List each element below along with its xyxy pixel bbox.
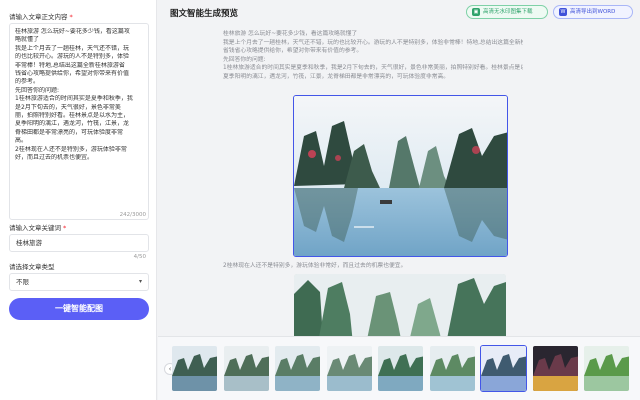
thumbnail-image[interactable] [377, 345, 424, 392]
article-text: 桂林旅游 怎么玩好~要花多少钱，看这篇攻略就懂了我是上个月去了一趟桂林，天气还不… [223, 30, 523, 82]
thumbnail-image[interactable] [532, 345, 579, 392]
article-paragraph: 2桂林现在人还不是特别多，游玩体验非常好，而且过去的机票也便宜。 [223, 263, 407, 269]
thumbnail-image[interactable] [274, 345, 321, 392]
input-panel: 请输入文章正文内容 * 桂林旅游 怎么玩好~要花多少钱，看这篇攻 略就懂了 我是上个月… [0, 0, 157, 400]
article-line: 先回答你的问题: [223, 56, 266, 63]
textarea-line: 我是上个月去了一趟桂林，天气还不错，玩 [15, 44, 130, 52]
textarea-line: 是2月下旬去的，天气很好，景色非常美 [15, 103, 121, 111]
export-word-button[interactable]: W 高清导出到WORD [553, 5, 633, 19]
required-mark: * [63, 224, 67, 232]
textarea-line: 略就懂了 [15, 36, 40, 44]
textarea-line: 的也比较开心。游玩的人不是特别多，体验 [15, 53, 130, 61]
thumbnail-image[interactable] [326, 345, 373, 392]
textarea-line: 1桂林旅游适合的时间其实是夏季和秋季，我 [15, 95, 133, 103]
thumbnail-image[interactable] [583, 345, 630, 392]
textarea-line: 丽，拍照特别好看。桂林景点是以水为主， [15, 112, 130, 120]
article-line: 夏季阳明的漓江，遇龙河，竹筏，江景，龙脊梯田都是非常漂亮的，可玩体验度非常高。 [223, 73, 450, 80]
type-select-value: 不限 [16, 278, 29, 286]
article-image-secondary[interactable] [294, 274, 506, 336]
textarea-line: 好，而且过去的机票也便宜。 [15, 154, 94, 162]
article-line: 省钱省心攻略提供给你，希望对你带来有价值的参考。 [223, 48, 363, 55]
article-image-primary[interactable] [293, 95, 508, 257]
page-title: 图文智能生成预览 [170, 9, 239, 19]
textarea-line: 脊梯田都是非常漂亮的，可玩体验度非常 [15, 128, 124, 136]
image-icon: ▣ [472, 8, 480, 16]
content-label: 请输入文章正文内容 * [9, 13, 73, 21]
word-icon: W [559, 8, 567, 16]
content-textarea[interactable]: 桂林旅游 怎么玩好~要花多少钱，看这篇攻 略就懂了 我是上个月去了一趟桂林，天气还不… [9, 23, 149, 220]
textarea-line: 先回答你的问题: [15, 86, 60, 94]
textarea-line: 桂林旅游 怎么玩好~要花多少钱，看这篇攻 [15, 28, 130, 35]
download-images-label: 高清无水印图集下载 [483, 9, 533, 15]
app-window: 请输入文章正文内容 * 桂林旅游 怎么玩好~要花多少钱，看这篇攻 略就懂了 我是上个月… [0, 0, 640, 400]
thumbnail-image[interactable] [429, 345, 476, 392]
textarea-line: 非常棒！特地,总结出这篇全新桂林旅游省 [15, 61, 125, 69]
article-line: 我是上个月去了一趟桂林，天气还不错，玩的也比较开心。游玩的人不是特别多，体验非常… [223, 39, 523, 46]
export-word-label: 高清导出到WORD [570, 9, 616, 15]
keyword-counter: 4/50 [133, 254, 146, 260]
thumbnail-image[interactable] [223, 345, 270, 392]
chevron-down-icon: ▾ [138, 278, 142, 285]
type-select[interactable]: 不限 ▾ [9, 273, 149, 291]
thumbnail-strip: ‹ [158, 336, 640, 400]
thumbnail-image[interactable] [171, 345, 218, 392]
type-label: 请选择文章类型 [9, 263, 55, 271]
keyword-label: 请输入文章关键词 * [9, 224, 67, 232]
preview-header: 图文智能生成预览 ▣ 高清无水印图集下载 W 高清导出到WORD [158, 0, 640, 26]
textarea-line: 高。 [15, 137, 28, 145]
article-line: 桂林旅游 怎么玩好~要花多少钱，看这篇攻略就懂了 [223, 31, 358, 37]
required-mark: * [69, 13, 73, 21]
download-images-button[interactable]: ▣ 高清无水印图集下载 [466, 5, 548, 19]
textarea-line: 2桂林现在人还不是特别多，游玩体验非常 [15, 145, 127, 153]
thumbnail-image[interactable] [480, 345, 527, 392]
textarea-line: 夏季阳明的漓江，遇龙河，竹筏，江景，龙 [15, 120, 130, 128]
article-line: 1桂林旅游适合的时间其实是夏季和秋季，我是2月下旬去的，天气很好，景色非常美丽，… [223, 65, 523, 72]
article-preview[interactable]: 桂林旅游 怎么玩好~要花多少钱，看这篇攻略就懂了我是上个月去了一趟桂林，天气还不… [158, 26, 640, 336]
keyword-input[interactable]: 桂林旅游 [9, 234, 149, 252]
textarea-line: 的参考。 [15, 78, 40, 86]
content-counter: 242/3000 [119, 212, 146, 218]
textarea-line: 钱省心攻略提供给你，希望对你带来有价值 [15, 70, 130, 78]
generate-button[interactable]: 一键智能配图 [9, 298, 149, 320]
